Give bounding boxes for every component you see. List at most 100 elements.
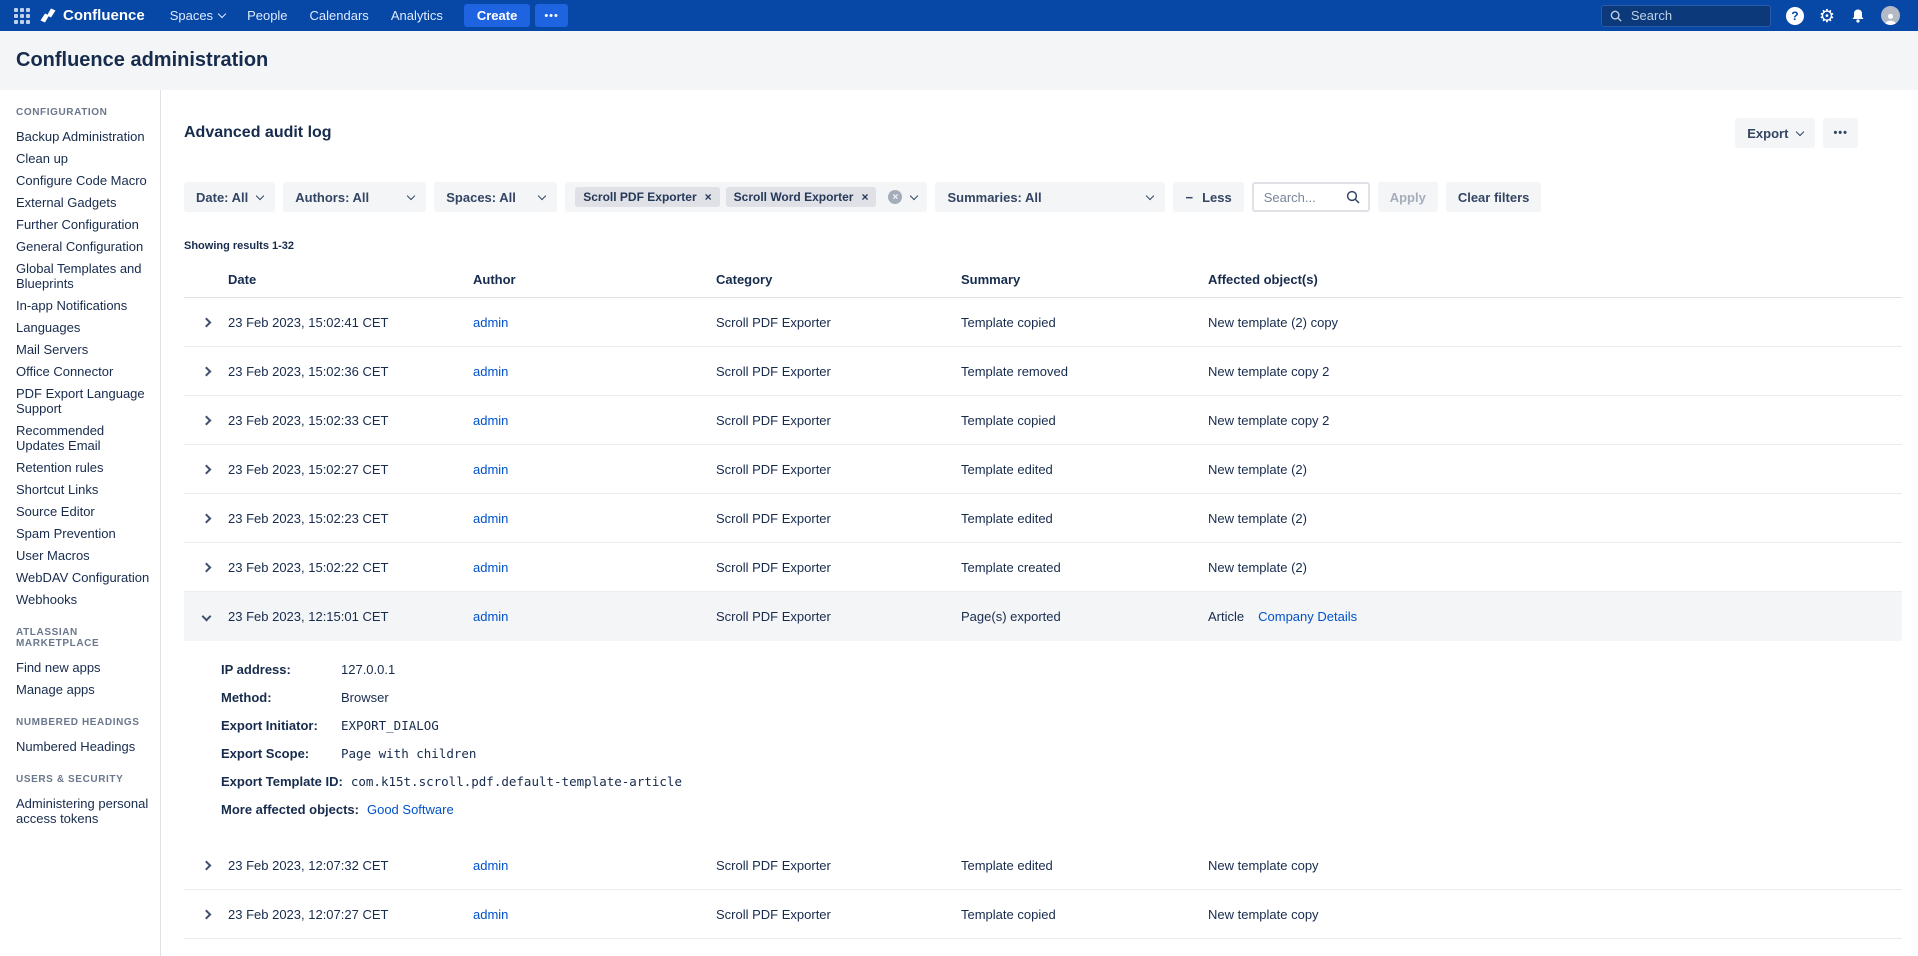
sidebar-item-recommended-updates-email[interactable]: Recommended Updates Email <box>16 423 152 453</box>
row-expand-toggle[interactable] <box>184 856 228 875</box>
chip-remove-icon[interactable]: × <box>861 190 868 204</box>
sidebar-item-spam-prevention[interactable]: Spam Prevention <box>16 526 152 541</box>
sidebar-item-find-new-apps[interactable]: Find new apps <box>16 660 152 675</box>
chip-remove-icon[interactable]: × <box>705 190 712 204</box>
detail-field-value: com.k15t.scroll.pdf.default-template-art… <box>351 773 682 791</box>
row-detail-panel: IP address:127.0.0.1Method:BrowserExport… <box>184 641 1902 841</box>
column-header-category: Category <box>716 272 961 287</box>
date-filter[interactable]: Date: All <box>184 182 275 212</box>
author-link[interactable]: admin <box>473 907 508 922</box>
row-expand-toggle[interactable] <box>184 558 228 577</box>
sidebar-item-mail-servers[interactable]: Mail Servers <box>16 342 152 357</box>
cell-date: 23 Feb 2023, 12:07:27 CET <box>228 907 473 922</box>
sidebar-section-heading: CONFIGURATION <box>16 107 152 118</box>
row-expand-toggle[interactable] <box>184 905 228 924</box>
row-expand-toggle[interactable] <box>184 460 228 479</box>
author-link[interactable]: admin <box>473 315 508 330</box>
confluence-logo[interactable]: Confluence <box>40 7 145 24</box>
summaries-filter[interactable]: Summaries: All <box>935 182 1165 212</box>
cell-date: 23 Feb 2023, 15:02:22 CET <box>228 560 473 575</box>
detail-field-more-affected-objects: More affected objects:Good Software <box>221 801 1902 819</box>
create-button[interactable]: Create <box>464 4 530 27</box>
table-row: 23 Feb 2023, 15:02:33 CETadminScroll PDF… <box>184 396 1902 445</box>
cell-affected: New template copy 2 <box>1208 364 1902 379</box>
row-expand-toggle[interactable] <box>184 362 228 381</box>
sidebar-item-manage-apps[interactable]: Manage apps <box>16 682 152 697</box>
sidebar-section-atlassian-marketplace: ATLASSIAN MARKETPLACEFind new appsManage… <box>16 627 152 697</box>
table-search[interactable] <box>1252 182 1370 212</box>
row-expand-toggle[interactable] <box>184 313 228 332</box>
cell-author: admin <box>473 907 716 922</box>
user-avatar[interactable] <box>1881 6 1900 25</box>
authors-filter[interactable]: Authors: All <box>283 182 426 212</box>
sidebar-item-retention-rules[interactable]: Retention rules <box>16 460 152 475</box>
sidebar-item-source-editor[interactable]: Source Editor <box>16 504 152 519</box>
less-filters-button[interactable]: − Less <box>1173 182 1243 212</box>
cell-author: admin <box>473 462 716 477</box>
affected-object-text: New template (2) <box>1208 462 1307 477</box>
sidebar-item-backup-administration[interactable]: Backup Administration <box>16 129 152 144</box>
sidebar-item-user-macros[interactable]: User Macros <box>16 548 152 563</box>
sidebar-item-languages[interactable]: Languages <box>16 320 152 335</box>
affected-object-link[interactable]: Company Details <box>1258 609 1357 624</box>
global-search[interactable] <box>1601 5 1771 27</box>
cell-author: admin <box>473 511 716 526</box>
sidebar-item-pdf-export-language-support[interactable]: PDF Export Language Support <box>16 386 152 416</box>
nav-more-button[interactable]: ••• <box>535 4 568 27</box>
results-summary: Showing results 1-32 <box>184 240 1902 252</box>
sidebar-item-global-templates-and-blueprints[interactable]: Global Templates and Blueprints <box>16 261 152 291</box>
author-link[interactable]: admin <box>473 858 508 873</box>
author-link[interactable]: admin <box>473 462 508 477</box>
categories-filter[interactable]: Scroll PDF Exporter×Scroll Word Exporter… <box>565 182 927 212</box>
cell-affected: New template (2) <box>1208 560 1902 575</box>
nav-item-calendars[interactable]: Calendars <box>299 0 380 31</box>
search-icon <box>1346 190 1360 204</box>
chevron-down-icon <box>256 191 264 199</box>
cell-affected: ArticleCompany Details <box>1208 609 1902 624</box>
more-actions-button[interactable]: ••• <box>1823 118 1858 148</box>
notifications-bell-icon[interactable] <box>1850 8 1866 24</box>
row-expand-toggle[interactable] <box>184 509 228 528</box>
app-switcher-icon[interactable] <box>14 8 30 24</box>
sidebar-item-external-gadgets[interactable]: External Gadgets <box>16 195 152 210</box>
chevron-right-icon <box>201 909 211 919</box>
nav-item-label: People <box>247 8 287 23</box>
sidebar-item-general-configuration[interactable]: General Configuration <box>16 239 152 254</box>
sidebar-item-in-app-notifications[interactable]: In-app Notifications <box>16 298 152 313</box>
chevron-down-icon <box>1796 127 1804 135</box>
export-button[interactable]: Export <box>1735 118 1815 148</box>
sidebar-item-webdav-configuration[interactable]: WebDAV Configuration <box>16 570 152 585</box>
table-search-input[interactable] <box>1262 189 1340 206</box>
apply-button[interactable]: Apply <box>1378 182 1438 212</box>
sidebar-item-office-connector[interactable]: Office Connector <box>16 364 152 379</box>
clear-categories-icon[interactable]: × <box>888 190 902 204</box>
nav-item-spaces[interactable]: Spaces <box>159 0 236 31</box>
sidebar-item-clean-up[interactable]: Clean up <box>16 151 152 166</box>
sidebar-item-numbered-headings[interactable]: Numbered Headings <box>16 739 152 754</box>
detail-field-ip-address: IP address:127.0.0.1 <box>221 661 1902 679</box>
author-link[interactable]: admin <box>473 511 508 526</box>
cell-date: 23 Feb 2023, 15:02:36 CET <box>228 364 473 379</box>
global-search-input[interactable] <box>1629 7 1762 24</box>
row-expand-toggle[interactable] <box>184 607 228 626</box>
author-link[interactable]: admin <box>473 413 508 428</box>
clear-filters-button[interactable]: Clear filters <box>1446 182 1542 212</box>
sidebar-item-configure-code-macro[interactable]: Configure Code Macro <box>16 173 152 188</box>
sidebar-item-further-configuration[interactable]: Further Configuration <box>16 217 152 232</box>
author-link[interactable]: admin <box>473 609 508 624</box>
sidebar-item-webhooks[interactable]: Webhooks <box>16 592 152 607</box>
sidebar-item-administering-personal-access-tokens[interactable]: Administering personal access tokens <box>16 796 152 826</box>
nav-item-analytics[interactable]: Analytics <box>380 0 454 31</box>
row-expand-toggle[interactable] <box>184 411 228 430</box>
settings-gear-icon[interactable]: ⚙ <box>1819 7 1835 25</box>
help-icon[interactable]: ? <box>1786 7 1804 25</box>
spaces-filter[interactable]: Spaces: All <box>434 182 557 212</box>
sidebar-item-shortcut-links[interactable]: Shortcut Links <box>16 482 152 497</box>
author-link[interactable]: admin <box>473 560 508 575</box>
cell-summary: Template copied <box>961 315 1208 330</box>
nav-item-people[interactable]: People <box>236 0 298 31</box>
nav-item-label: Analytics <box>391 8 443 23</box>
author-link[interactable]: admin <box>473 364 508 379</box>
chevron-down-icon <box>910 191 918 199</box>
detail-field-link[interactable]: Good Software <box>367 801 454 819</box>
